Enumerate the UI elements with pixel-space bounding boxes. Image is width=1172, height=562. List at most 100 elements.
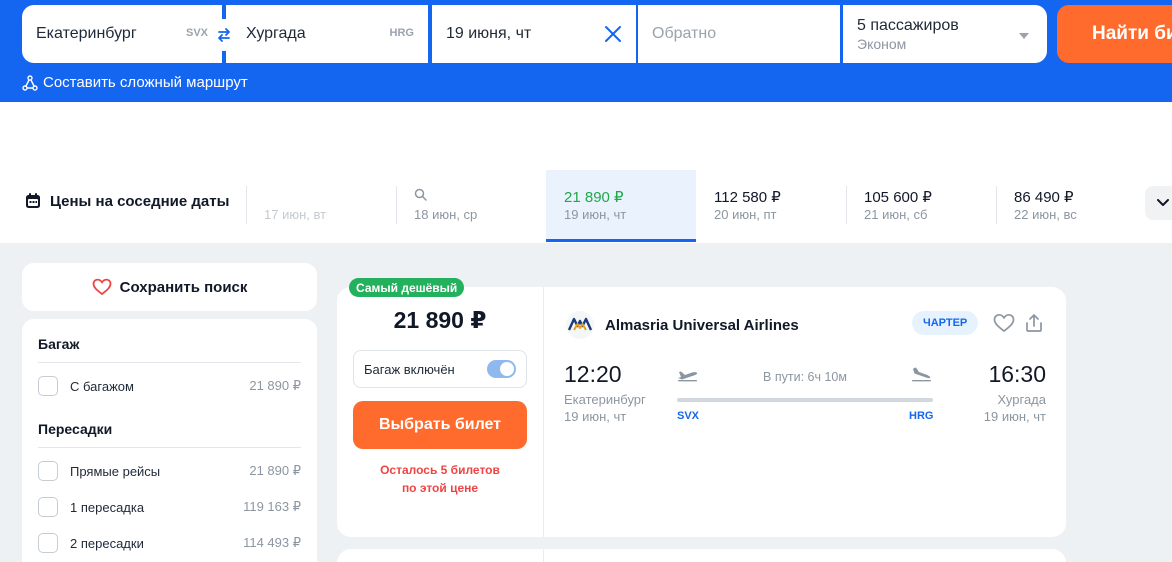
checkbox[interactable] xyxy=(38,376,58,396)
date-price xyxy=(414,188,546,206)
baggage-toggle[interactable] xyxy=(487,360,516,378)
cheapest-badge: Самый дешёвый xyxy=(349,278,465,297)
departure-time: 12:20 xyxy=(564,361,622,387)
date-price: 112 580 ₽ xyxy=(714,189,781,206)
find-button[interactable]: Найти би xyxy=(1057,5,1172,63)
baggage-toggle-row[interactable]: Багаж включён xyxy=(353,350,527,388)
departure-city: Екатеринбург xyxy=(564,392,646,407)
favorite-button[interactable] xyxy=(993,313,1015,338)
route-line xyxy=(677,398,933,402)
ticket-divider xyxy=(543,549,544,562)
arrival-date: 19 июн, чт xyxy=(983,409,1046,424)
filter-label: 1 пересадка xyxy=(70,499,145,515)
search-icon xyxy=(414,188,427,201)
airline-row: Almasria Universal Airlines xyxy=(565,310,799,340)
origin-field[interactable]: Екатеринбург SVX xyxy=(22,5,222,63)
filter-price: 21 890 ₽ xyxy=(249,463,301,478)
tickets-remaining-line: по этой цене xyxy=(401,481,479,495)
flight-duration: В пути: 6ч 10м xyxy=(763,370,847,384)
complex-route-link[interactable]: Составить сложный маршрут xyxy=(22,74,248,91)
filter-price: 119 163 ₽ xyxy=(243,499,301,514)
filter-label: 2 пересадки xyxy=(70,535,144,551)
filter-direct[interactable]: Прямые рейсы 21 890 ₽ xyxy=(38,460,301,482)
arrival-time: 16:30 xyxy=(988,361,1046,387)
filters-panel: Багаж С багажом 21 890 ₽ Пересадки Прямы… xyxy=(22,319,317,562)
destination-field[interactable]: Хургада HRG xyxy=(226,5,428,63)
choose-ticket-button[interactable]: Выбрать билет xyxy=(353,401,527,449)
plane-takeoff-icon xyxy=(677,366,699,387)
destination-code: HRG xyxy=(389,27,414,39)
date-day: 20 июн, пт xyxy=(714,207,777,222)
date-price: 21 890 ₽ xyxy=(564,189,624,206)
date-price xyxy=(264,188,396,206)
date-price: 86 490 ₽ xyxy=(1014,189,1074,206)
save-search-label: Сохранить поиск xyxy=(119,278,248,296)
divider xyxy=(38,362,301,363)
route-icon xyxy=(22,74,38,91)
origin-value: Екатеринбург xyxy=(36,25,137,42)
nearby-dates-title: Цены на соседние даты xyxy=(24,192,229,210)
departure-airport-code[interactable]: SVX xyxy=(677,410,699,422)
checkbox[interactable] xyxy=(38,497,58,517)
filter-price: 114 493 ₽ xyxy=(243,535,301,550)
date-option-18[interactable]: 18 июн, ср xyxy=(396,170,546,242)
chevron-down-icon xyxy=(1157,199,1169,206)
departure-date: 19 июн, чт xyxy=(564,409,627,424)
airline-logo xyxy=(566,311,594,339)
date-day: 21 июн, сб xyxy=(864,207,928,222)
return-date-field[interactable]: Обратно xyxy=(638,5,840,63)
divider xyxy=(38,447,301,448)
origin-code: SVX xyxy=(185,27,208,39)
departure-date-value: 19 июня, чт xyxy=(446,25,532,42)
save-search-button[interactable]: Сохранить поиск xyxy=(22,263,317,311)
date-day: 22 июн, вс xyxy=(1014,207,1077,222)
transfers-filter-title: Пересадки xyxy=(38,421,113,437)
charter-badge: ЧАРТЕР xyxy=(912,311,979,335)
baggage-filter-title: Багаж xyxy=(38,336,80,352)
calendar-icon xyxy=(26,193,40,208)
ticket-price: 21 890 ₽ xyxy=(393,307,487,333)
date-option-17[interactable]: 17 июн, вт xyxy=(246,170,396,242)
destination-value: Хургада xyxy=(246,25,306,42)
checkbox[interactable] xyxy=(38,461,58,481)
swap-button[interactable] xyxy=(208,19,240,51)
date-day: 17 июн, вт xyxy=(264,207,327,222)
cabin-class: Эконом xyxy=(857,35,907,52)
more-dates-button[interactable] xyxy=(1145,186,1172,220)
filter-one-transfer[interactable]: 1 пересадка 119 163 ₽ xyxy=(38,496,301,518)
share-button[interactable] xyxy=(1025,313,1043,338)
checkbox[interactable] xyxy=(38,533,58,553)
date-price: 105 600 ₽ xyxy=(864,189,932,206)
heart-icon xyxy=(993,313,1015,333)
heart-icon xyxy=(92,278,112,296)
date-day: 19 июн, чт xyxy=(564,207,627,222)
return-date-placeholder: Обратно xyxy=(652,25,717,42)
filter-price: 21 890 ₽ xyxy=(249,378,301,393)
passengers-count: 5 пассажиров xyxy=(857,16,959,34)
close-icon xyxy=(605,26,621,42)
tickets-remaining-line: Осталось 5 билетов xyxy=(380,463,500,477)
filter-label: С багажом xyxy=(70,378,134,394)
passengers-field[interactable]: 5 пассажиров Эконом xyxy=(843,5,1047,63)
tickets-remaining-note: Осталось 5 билетов по этой цене xyxy=(353,461,527,497)
share-icon xyxy=(1026,314,1042,332)
plane-landing-icon xyxy=(911,366,933,387)
filter-with-baggage[interactable]: С багажом 21 890 ₽ xyxy=(38,375,301,397)
date-option-20[interactable]: 112 580 ₽ 20 июн, пт xyxy=(696,170,846,242)
clear-date-button[interactable] xyxy=(604,25,622,48)
baggage-included-label: Багаж включён xyxy=(364,361,455,377)
arrival-city: Хургада xyxy=(997,392,1046,407)
chevron-down-icon xyxy=(1019,33,1029,39)
date-option-22[interactable]: 86 490 ₽ 22 июн, вс xyxy=(996,170,1146,242)
date-day: 18 июн, ср xyxy=(414,207,478,222)
ticket-divider xyxy=(543,287,544,537)
filter-two-transfers[interactable]: 2 пересадки 114 493 ₽ xyxy=(38,532,301,554)
complex-route-label: Составить сложный маршрут xyxy=(43,74,248,91)
nearby-dates-label: Цены на соседние даты xyxy=(50,192,230,210)
date-option-21[interactable]: 105 600 ₽ 21 июн, сб xyxy=(846,170,996,242)
departure-date-field[interactable]: 19 июня, чт xyxy=(432,5,636,63)
airline-name: Almasria Universal Airlines xyxy=(605,316,799,334)
arrival-airport-code[interactable]: HRG xyxy=(909,410,933,422)
ticket-card[interactable] xyxy=(337,549,1066,562)
date-option-19[interactable]: 21 890 ₽ 19 июн, чт xyxy=(546,170,696,242)
